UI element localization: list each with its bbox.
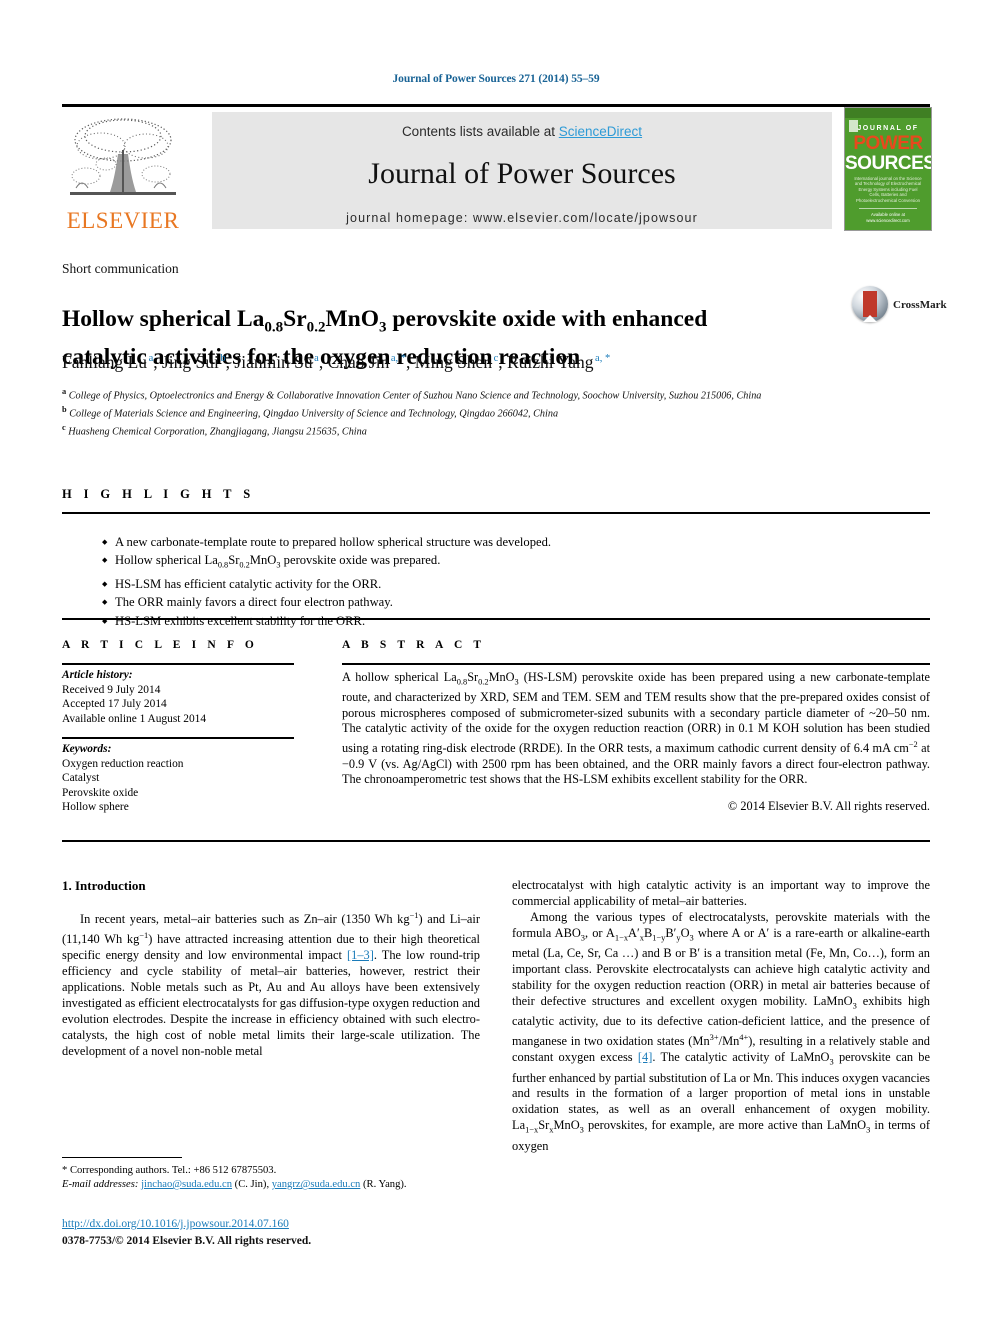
body-column-left: 1. Introduction In recent years, metal–a… <box>62 878 480 1059</box>
cover-footer: Available online at www.sciencedirect.co… <box>859 208 917 224</box>
affiliation-item: b College of Materials Science and Engin… <box>62 404 559 420</box>
elsevier-wordmark: ELSEVIER <box>66 208 180 233</box>
abstract-heading: A B S T R A C T <box>342 639 486 651</box>
journal-band: Contents lists available at ScienceDirec… <box>212 112 832 229</box>
list-item: A new carbonate-template route to prepar… <box>102 533 802 552</box>
highlights-bottom-rule <box>62 618 930 620</box>
article-history-label: Article history: <box>62 669 133 681</box>
keywords-rule <box>62 737 294 739</box>
cover-line1: JOURNAL OF <box>857 125 919 132</box>
paragraph: Among the various types of electrocataly… <box>512 909 931 1153</box>
crossmark-book-shape <box>863 291 877 317</box>
citation-link[interactable]: [4] <box>638 1050 652 1064</box>
crossmark-label: CrossMark <box>893 299 947 311</box>
elsevier-tree-icon <box>66 114 180 206</box>
author-item[interactable]: Fanliang Lu a <box>62 352 153 372</box>
author-list: Fanliang Lu a, Jing Sui b, Jianmin Su a, Ch… <box>62 352 611 372</box>
keywords-block: Keywords: Oxygen reduction reaction Cata… <box>62 742 302 815</box>
keyword-item: Hollow sphere <box>62 801 129 814</box>
masthead-top-rule <box>62 104 930 107</box>
doi-link[interactable]: http://dx.doi.org/10.1016/j.jpowsour.201… <box>62 1218 289 1230</box>
email-note: E-mail addresses: jinchao@suda.edu.cn (C… <box>62 1179 407 1190</box>
cover-subtitle: International journal on the Science and… <box>854 176 922 203</box>
list-item: HS-LSM has efficient catalytic activity … <box>102 575 802 594</box>
body-column-right: electrocatalyst with high catalytic acti… <box>512 878 930 1155</box>
corresponding-author-note: * Corresponding authors. Tel.: +86 512 6… <box>62 1165 277 1176</box>
abstract-copyright: © 2014 Elsevier B.V. All rights reserved… <box>727 799 930 813</box>
journal-title: Journal of Power Sources <box>368 157 676 190</box>
affiliation-list: a College of Physics, Optoelectronics an… <box>62 385 922 439</box>
highlights-list: A new carbonate-template route to prepar… <box>62 533 802 632</box>
article-history-item: Available online 1 August 2014 <box>62 712 207 725</box>
keyword-item: Perovskite oxide <box>62 786 139 799</box>
contents-line: Contents lists available at ScienceDirec… <box>212 124 832 139</box>
abstract-body: A hollow spherical La0.8Sr0.2MnO3 (HS-LS… <box>342 670 931 787</box>
email-link[interactable]: jinchao@suda.edu.cn <box>141 1179 232 1190</box>
author-item[interactable]: Jianmin Su a <box>234 352 318 372</box>
running-head: Journal of Power Sources 271 (2014) 55–5… <box>392 73 600 85</box>
journal-cover-thumbnail[interactable]: JOURNAL OF POWER SOURCES International j… <box>844 107 932 231</box>
keyword-item: Oxygen reduction reaction <box>62 757 184 770</box>
article-info-rule <box>62 663 294 665</box>
abstract-rule <box>342 663 930 665</box>
highlights-heading: H I G H L I G H T S <box>62 487 255 501</box>
journal-homepage[interactable]: journal homepage: www.elsevier.com/locat… <box>212 211 832 225</box>
paragraph: electrocatalyst with high catalytic acti… <box>512 878 930 908</box>
keyword-item: Catalyst <box>62 772 100 785</box>
cover-line3: SOURCES <box>845 153 932 174</box>
crossmark-icon <box>852 286 888 322</box>
author-item[interactable]: Ming Shen c <box>415 352 498 372</box>
cover-topbar <box>845 108 931 118</box>
list-item: The ORR mainly favors a direct four elec… <box>102 593 802 612</box>
issn-copyright: 0378-7753/© 2014 Elsevier B.V. All right… <box>62 1235 312 1247</box>
article-type: Short communication <box>62 261 179 276</box>
journal-masthead: ELSEVIER Contents lists available at Sci… <box>62 104 932 233</box>
article-history-item: Accepted 17 July 2014 <box>62 698 167 711</box>
email-link[interactable]: yangrz@suda.edu.cn <box>272 1179 361 1190</box>
footnote-block: * Corresponding authors. Tel.: +86 512 6… <box>62 1164 482 1192</box>
author-item[interactable]: Ruizhi Yang a, * <box>507 352 610 372</box>
contents-prefix: Contents lists available at <box>401 124 559 139</box>
footnote-rule <box>62 1157 182 1158</box>
elsevier-logo: ELSEVIER <box>62 112 184 233</box>
article-info-heading: A R T I C L E I N F O <box>62 639 258 651</box>
author-item[interactable]: Chao Jin a, * <box>328 352 406 372</box>
crossmark-notch-shape <box>863 315 877 322</box>
keywords-label: Keywords: <box>62 743 112 755</box>
list-item: Hollow spherical La0.8Sr0.2MnO3 perovski… <box>102 551 802 575</box>
list-item: HS-LSM exhibits excellent stability for … <box>102 612 802 631</box>
author-item[interactable]: Jing Sui b <box>162 352 226 372</box>
abstract-bottom-rule <box>62 840 930 842</box>
paper-first-page: Journal of Power Sources 271 (2014) 55–5… <box>0 0 992 1323</box>
citation-link[interactable]: [1–3] <box>347 948 374 962</box>
article-history: Article history: Received 9 July 2014 Ac… <box>62 668 302 726</box>
affiliation-item: a College of Physics, Optoelectronics an… <box>62 387 762 402</box>
sciencedirect-link[interactable]: ScienceDirect <box>559 124 642 139</box>
crossmark-badge[interactable]: CrossMark <box>852 286 947 326</box>
section-heading-introduction: 1. Introduction <box>62 878 146 893</box>
affiliation-item: c Huasheng Chemical Corporation, Zhangji… <box>62 422 367 438</box>
paragraph: In recent years, metal–air batteries suc… <box>62 910 480 1058</box>
cover-line2: POWER <box>853 133 923 154</box>
highlights-top-rule <box>62 512 930 514</box>
article-history-item: Received 9 July 2014 <box>62 683 161 696</box>
